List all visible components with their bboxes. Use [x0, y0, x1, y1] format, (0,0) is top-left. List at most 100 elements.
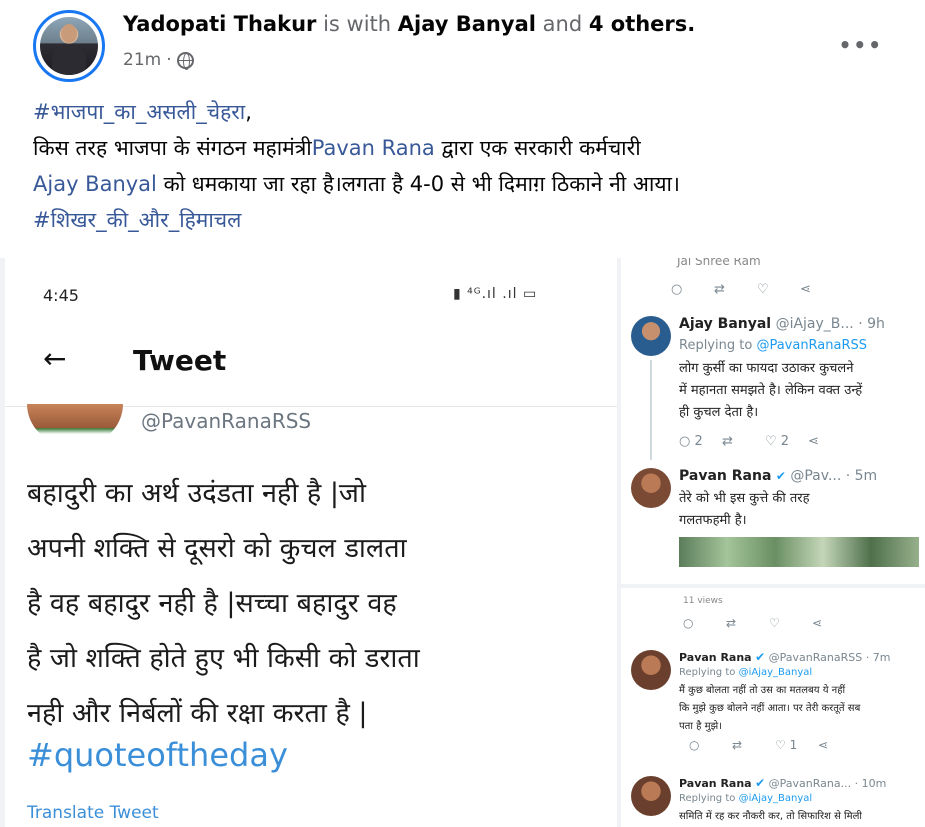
reply-pavan-2: Pavan Rana ✔ @PavanRanaRSS · 7m Replying…: [631, 650, 921, 760]
share-icon: ⋖: [812, 616, 823, 630]
retweet-icon: ⇄: [726, 616, 737, 630]
others-link[interactable]: 4 others.: [589, 12, 695, 36]
verified-badge-icon: ✔: [755, 776, 766, 790]
verified-badge-icon: ✔: [775, 469, 786, 483]
reply-screenshot-2[interactable]: 11 views ○ ⇄ ♡ ⋖ Pavan Rana ✔ @PavanRanaRSS…: [621, 588, 925, 827]
thread-line: [650, 360, 652, 460]
verified-badge-icon: ✔: [755, 650, 766, 664]
tweet-title: Tweet: [133, 344, 227, 377]
retweet-icon: ⇄: [722, 434, 733, 449]
replying-handle: @PavanRanaRSS: [756, 338, 868, 353]
tweet-actions: ○ ⇄ ♡ ⋖: [683, 616, 855, 630]
replying-handle: @iAjay_Banyal: [738, 793, 813, 804]
reply-header: Pavan Rana ✔ @PavanRana... · 10m: [679, 776, 886, 790]
reply-text: मैं कुछ बोलता नहीं तो उस का मतलबय ये नही…: [679, 682, 860, 736]
reply-name: Pavan Rana: [679, 468, 772, 484]
tweet-actions: ○ ⇄ ♡ ⋖: [671, 282, 843, 297]
share-icon: ⋖: [800, 282, 811, 297]
tweet-line: है जो शक्ति होते हुए भी किसी को डराता: [27, 643, 420, 674]
reply-avatar: [631, 468, 671, 508]
replying-label: Replying to: [679, 338, 753, 353]
status-icons: ▮ ⁴ᴳ.ıl .ıl ▭: [453, 286, 538, 302]
reply-pavan-1: Pavan Rana ✔ @Pav... · 5m तेरे को भी इस …: [631, 468, 921, 538]
reply-line: गलतफहमी है।: [679, 513, 747, 528]
post-line-1: #भाजपा_का_असली_चेहरा,: [33, 94, 903, 130]
tweet-line: नही और निर्बलों की रक्षा करता है |: [27, 698, 368, 729]
reply-handle: @Pav... · 5m: [790, 468, 878, 484]
reply-count: ○ 2: [679, 434, 703, 449]
reply-pavan-3: Pavan Rana ✔ @PavanRana... · 10m Replyin…: [631, 776, 921, 827]
tweet-line: अपनी शक्ति से दूसरो को कुचल डालता: [27, 533, 407, 564]
like-icon: ♡: [769, 616, 780, 630]
reply-line: तेरे को भी इस कुत्ते की तरह: [679, 491, 810, 506]
tweet-hashtag: #quoteoftheday: [27, 736, 288, 774]
author-name-link[interactable]: Yadopati Thakur: [123, 12, 316, 36]
post-timestamp[interactable]: 21m: [123, 50, 161, 70]
hashtag-link[interactable]: #शिखर_की_और_हिमाचल: [33, 208, 241, 232]
mention-ajay-banyal[interactable]: Ajay Banyal: [33, 172, 157, 196]
cut-off-text: Jai Shree Ram: [677, 258, 761, 268]
replying-to: Replying to @iAjay_Banyal: [679, 793, 812, 804]
reply-handle: @PavanRana... · 10m: [768, 777, 887, 790]
tagged-user-link[interactable]: Ajay Banyal: [398, 12, 536, 36]
reply-line: में महानता समझते है। लेकिन वक्त उन्हें: [679, 383, 863, 398]
hashtag-link[interactable]: #भाजपा_का_असली_चेहरा: [33, 100, 245, 124]
back-arrow-icon: ←: [43, 342, 67, 375]
meta-separator: ·: [166, 50, 172, 70]
reply-line: मैं कुछ बोलता नहीं तो उस का मतलबय ये नही…: [679, 685, 846, 696]
post-text: #भाजपा_का_असली_चेहरा, किस तरह भाजपा के स…: [33, 94, 903, 238]
reply-icon: ○: [683, 616, 694, 630]
reply-actions: ○ ⇄ ♡ 1 ⋖: [689, 738, 861, 752]
tweet-handle: @PavanRanaRSS: [141, 409, 312, 433]
with-text: is with: [323, 12, 392, 36]
mention-pavan-rana[interactable]: Pavan Rana: [312, 136, 435, 160]
status-time: 4:45: [43, 286, 79, 305]
public-globe-icon: [176, 51, 194, 70]
post-images[interactable]: 4:45 ▮ ⁴ᴳ.ıl .ıl ▭ ← Tweet @PavanRanaRSS…: [0, 258, 925, 827]
post-meta: 21m ·: [123, 50, 194, 70]
reply-name: Pavan Rana: [679, 777, 752, 790]
replying-to: Replying to @iAjay_Banyal: [679, 667, 812, 678]
like-count: ♡ 1: [775, 738, 798, 752]
reply-header: Ajay Banyal @iAjay_B... · 9h: [679, 316, 885, 332]
reply-text: लोग कुर्सी का फायदा उठाकर कुचलने में महा…: [679, 358, 862, 424]
post-header: Yadopati Thakur is with Ajay Banyal and …: [0, 0, 925, 90]
retweet-icon: ⇄: [732, 738, 743, 752]
reply-text: तेरे को भी इस कुत्ते की तरह गलतफहमी है।: [679, 488, 810, 532]
reply-line: समिति में रह कर नौकरी कर, तो सिफारिश से …: [679, 811, 862, 822]
reply-actions: ○ 2 ⇄ ♡ 2 ⋖: [679, 434, 851, 449]
replying-label: Replying to: [679, 667, 736, 678]
reply-avatar: [631, 776, 671, 816]
reply-icon: ○: [671, 282, 683, 297]
text-segment: द्वारा एक सरकारी कर्मचारी: [434, 136, 641, 160]
reply-ajay: Ajay Banyal @iAjay_B... · 9h Replying to…: [631, 316, 921, 466]
post-line-4: #शिखर_की_और_हिमाचल: [33, 202, 903, 238]
reply-header: Pavan Rana ✔ @Pav... · 5m: [679, 468, 877, 484]
post-author-line: Yadopati Thakur is with Ajay Banyal and …: [123, 12, 695, 36]
reply-header: Pavan Rana ✔ @PavanRanaRSS · 7m: [679, 650, 890, 664]
reply-text: समिति में रह कर नौकरी कर, तो सिफारिश से …: [679, 808, 862, 826]
reply-line: लोग कुर्सी का फायदा उठाकर कुचलने: [679, 361, 854, 376]
reply-line: कि मुझे कुछ बोलने नहीं आता। पर तेरी करतू…: [679, 703, 861, 714]
share-icon: ⋖: [808, 434, 819, 449]
tweet-line: बहादुरी का अर्थ उदंडता नही है |जो: [27, 478, 366, 509]
reply-name: Pavan Rana: [679, 651, 752, 664]
reply-line: पता है मुझे।: [679, 721, 722, 732]
author-avatar[interactable]: [33, 10, 105, 82]
share-icon: ⋖: [818, 738, 829, 752]
tweet-body: बहादुरी का अर्थ उदंडता नही है |जो अपनी श…: [27, 466, 587, 741]
avatar-photo: [40, 17, 98, 75]
reply-screenshot-1[interactable]: Jai Shree Ram ○ ⇄ ♡ ⋖ Ajay Banyal @iAjay_B.…: [621, 258, 925, 584]
comma: ,: [245, 100, 252, 124]
replying-handle: @iAjay_Banyal: [738, 667, 813, 678]
replying-label: Replying to: [679, 793, 736, 804]
reply-icon: ○: [689, 738, 700, 752]
post-line-2: किस तरह भाजपा के संगठन महामंत्रीPavan Ra…: [33, 130, 903, 166]
reply-avatar: [631, 650, 671, 690]
more-options-button[interactable]: •••: [839, 33, 883, 57]
replying-to: Replying to @PavanRanaRSS: [679, 338, 867, 353]
reply-name: Ajay Banyal: [679, 316, 772, 332]
reply-media-image: [679, 537, 919, 567]
post-line-3: Ajay Banyal को धमकाया जा रहा है।लगता है …: [33, 166, 903, 202]
tweet-screenshot[interactable]: 4:45 ▮ ⁴ᴳ.ıl .ıl ▭ ← Tweet @PavanRanaRSS…: [5, 258, 617, 827]
